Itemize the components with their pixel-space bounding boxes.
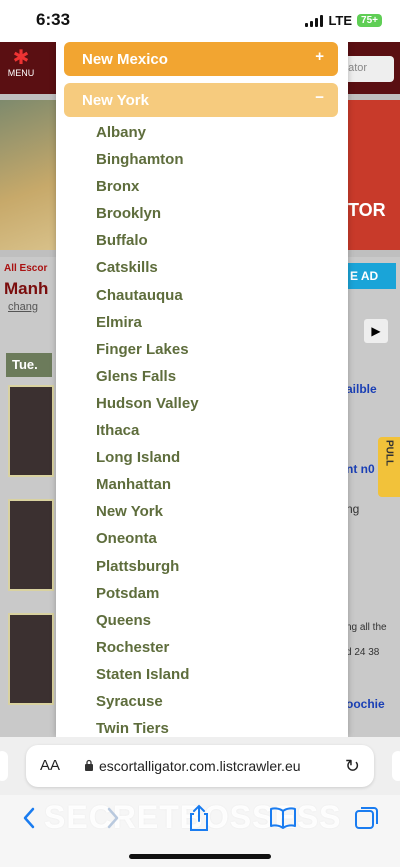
listing-thumbnail[interactable] [8,499,54,591]
city-link[interactable]: Brooklyn [96,205,199,232]
listing-snippet: d 24 38 [346,647,380,658]
tabs-button[interactable] [350,801,384,835]
city-link[interactable]: Binghamton [96,151,199,178]
pull-tab-label: PULL [383,440,395,467]
play-icon[interactable]: ▶ [364,319,388,343]
bookmarks-button[interactable] [266,801,300,835]
chevron-right-icon [107,807,119,829]
network-label: LTE [328,13,353,28]
tabs-icon [355,807,378,829]
pull-tab[interactable]: PULL [378,437,400,497]
expand-icon: + [315,48,324,65]
menu-button[interactable]: ✱ MENU [4,48,38,78]
change-city-link[interactable]: chang [8,301,38,313]
share-button[interactable] [182,801,216,835]
chevron-left-icon [23,807,35,829]
current-city: Manh [4,279,49,298]
lock-icon [85,759,93,771]
status-indicators: LTE 75+ [305,13,382,28]
city-link[interactable]: Elmira [96,314,199,341]
city-link[interactable]: Long Island [96,449,199,476]
state-label: New Mexico [82,51,168,68]
state-new-mexico[interactable]: New Mexico + [64,42,338,76]
city-link[interactable]: New York [96,503,199,530]
browser-toolbar: SECRETBOSSESS [0,795,400,867]
collapse-icon: − [315,89,324,106]
menu-label: MENU [7,68,35,78]
logo-banner: TOR [344,100,400,250]
city-link[interactable]: Bronx [96,178,199,205]
listing-snippet: nt n0 [346,462,375,476]
reader-settings-button[interactable]: AA [40,757,60,774]
city-link[interactable]: Ithaca [96,422,199,449]
listing-snippet: ng all the [346,622,387,633]
state-new-york[interactable]: New York − [64,83,338,117]
city-link[interactable]: Albany [96,124,199,151]
listing-thumbnail[interactable] [8,613,54,705]
right-column: E AD ▶ ailble nt n0 ng ng all the d 24 3… [344,257,400,737]
address-bar-area: AA escortalligator.com.listcrawler.eu ↻ [0,737,400,795]
signal-icon [305,14,324,27]
back-button[interactable] [12,801,46,835]
url-text: escortalligator.com.listcrawler.eu [99,758,301,774]
city-link[interactable]: Queens [96,612,199,639]
location-picker-modal: New Mexico + New York − Albany Binghamto… [56,42,348,737]
city-list: Albany Binghamton Bronx Brooklyn Buffalo… [96,124,199,737]
status-time: 6:33 [36,10,71,29]
left-column: All Escor Manh chang Tue. [0,257,56,737]
city-link[interactable]: Catskills [96,259,199,286]
home-indicator[interactable] [129,854,271,859]
city-link[interactable]: Staten Island [96,666,199,693]
city-link[interactable]: Buffalo [96,232,199,259]
location-label: All Escor [4,263,48,274]
share-icon [190,804,208,831]
city-link[interactable]: Plattsburgh [96,558,199,585]
city-link[interactable]: Syracuse [96,693,199,720]
post-ad-button[interactable]: E AD [346,263,396,289]
logo-image [0,100,60,250]
city-link[interactable]: Manhattan [96,476,199,503]
previous-tab-edge[interactable] [0,751,8,781]
address-bar[interactable]: AA escortalligator.com.listcrawler.eu ↻ [26,745,374,787]
city-link[interactable]: Potsdam [96,585,199,612]
listing-snippet: oochie [346,697,385,711]
logo-text: TOR [348,200,386,220]
city-link[interactable]: Hudson Valley [96,395,199,422]
listing-snippet: ailble [346,382,377,396]
city-link[interactable]: Twin Tiers [96,720,199,737]
city-link[interactable]: Chautauqua [96,287,199,314]
city-link[interactable]: Oneonta [96,530,199,557]
reload-icon[interactable]: ↻ [345,756,360,777]
book-icon [270,807,296,829]
status-bar: 6:33 LTE 75+ [0,0,400,42]
listing-snippet: ng [346,502,360,516]
state-label: New York [82,92,149,109]
city-link[interactable]: Finger Lakes [96,341,199,368]
forward-button[interactable] [96,801,130,835]
city-link[interactable]: Glens Falls [96,368,199,395]
next-tab-edge[interactable] [392,751,400,781]
site-search-input[interactable]: gator [340,56,394,82]
city-link[interactable]: Rochester [96,639,199,666]
listing-thumbnail[interactable] [8,385,54,477]
spider-icon: ✱ [12,47,30,69]
battery-icon: 75+ [357,14,382,27]
day-label: Tue. [6,353,52,377]
